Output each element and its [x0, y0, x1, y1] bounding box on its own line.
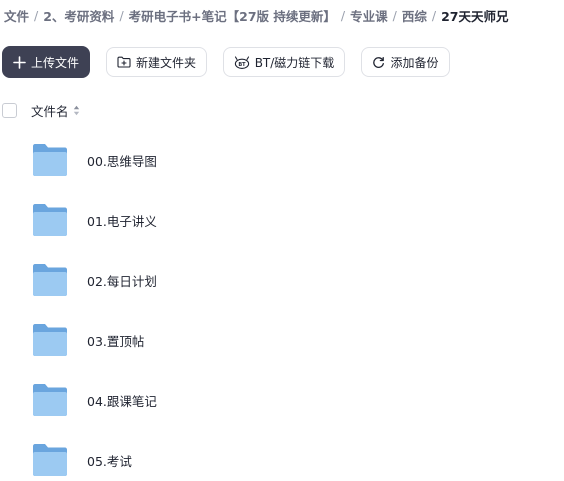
folder-plus-icon	[117, 56, 131, 68]
new-folder-button-label: 新建文件夹	[135, 55, 196, 70]
folder-icon	[33, 444, 67, 476]
folder-icon	[33, 264, 67, 296]
file-name: 04.跟课笔记	[87, 393, 157, 409]
upload-button[interactable]: 上传文件	[2, 46, 90, 78]
file-name: 01.电子讲义	[87, 213, 157, 229]
toolbar: 上传文件 新建文件夹 BT BT/磁力链下载 添加备份	[2, 46, 450, 78]
breadcrumb-item-kaoyan[interactable]: 2、考研资料	[43, 6, 114, 25]
upload-button-label: 上传文件	[30, 55, 79, 70]
new-folder-button[interactable]: 新建文件夹	[106, 47, 207, 77]
breadcrumb-separator: /	[34, 7, 39, 23]
breadcrumb-separator: /	[119, 7, 124, 23]
breadcrumb-item-root[interactable]: 文件	[4, 6, 29, 25]
file-row[interactable]: 02.每日计划	[32, 260, 157, 300]
add-backup-button-label: 添加备份	[390, 55, 439, 70]
bt-magnet-icon: BT	[234, 55, 250, 69]
file-row[interactable]: 03.置顶帖	[32, 320, 144, 360]
folder-icon	[33, 204, 67, 236]
column-header-filename[interactable]: 文件名	[31, 101, 69, 120]
file-name: 02.每日计划	[87, 273, 157, 289]
file-list-header: 文件名	[2, 100, 80, 120]
file-name: 03.置顶帖	[87, 333, 145, 349]
folder-icon	[33, 384, 67, 416]
file-row[interactable]: 05.考试	[32, 440, 132, 480]
breadcrumb-separator: /	[340, 7, 346, 23]
file-manager-page: 文件 / 2、考研资料 / 考研电子书+笔记【27版 持续更新】 / 专业课 /…	[0, 0, 564, 481]
plus-icon	[13, 55, 26, 69]
select-all-checkbox[interactable]	[2, 102, 17, 118]
bt-magnet-download-button[interactable]: BT BT/磁力链下载	[223, 47, 345, 77]
folder-icon	[33, 144, 67, 176]
breadcrumb: 文件 / 2、考研资料 / 考研电子书+笔记【27版 持续更新】 / 专业课 /…	[4, 5, 562, 25]
file-row[interactable]: 00.思维导图	[32, 140, 157, 180]
refresh-icon	[372, 56, 385, 69]
breadcrumb-item-xizong[interactable]: 西综	[402, 6, 427, 25]
file-row[interactable]: 01.电子讲义	[32, 200, 157, 240]
svg-text:BT: BT	[238, 61, 246, 67]
bt-magnet-download-label: BT/磁力链下载	[254, 55, 335, 70]
breadcrumb-item-major[interactable]: 专业课	[350, 6, 388, 25]
sort-icon[interactable]	[73, 105, 80, 116]
breadcrumb-item-current: 27天天师兄	[441, 8, 509, 24]
breadcrumb-separator: /	[431, 7, 437, 23]
file-name: 05.考试	[87, 453, 132, 469]
file-name: 00.思维导图	[87, 153, 157, 169]
file-row[interactable]: 04.跟课笔记	[32, 380, 157, 420]
add-backup-button[interactable]: 添加备份	[361, 47, 450, 77]
breadcrumb-item-ebooks[interactable]: 考研电子书+笔记【27版 持续更新】	[129, 6, 336, 25]
breadcrumb-separator: /	[392, 7, 397, 23]
folder-icon	[33, 324, 67, 356]
